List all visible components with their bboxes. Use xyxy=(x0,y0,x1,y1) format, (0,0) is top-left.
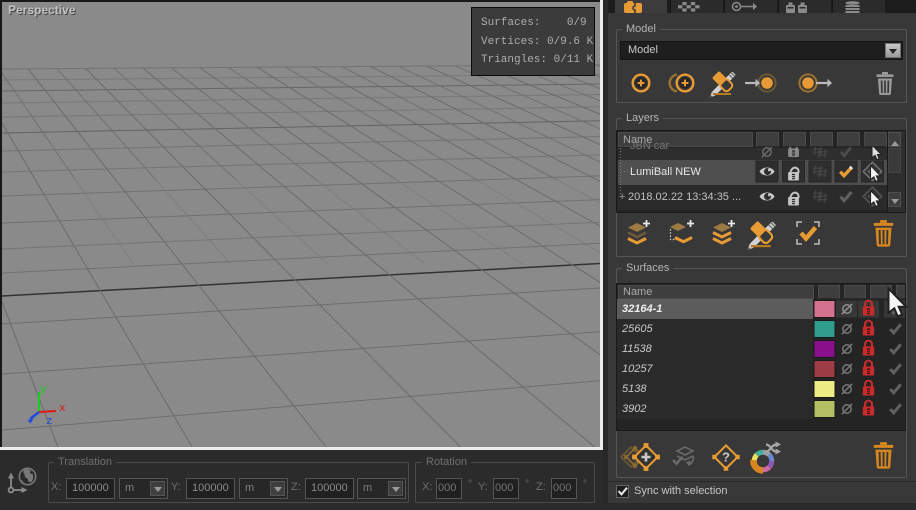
svg-text:x: x xyxy=(59,403,66,415)
svg-text:?: ? xyxy=(722,450,730,465)
svg-text:z: z xyxy=(46,416,53,428)
svg-text:y: y xyxy=(40,384,47,396)
